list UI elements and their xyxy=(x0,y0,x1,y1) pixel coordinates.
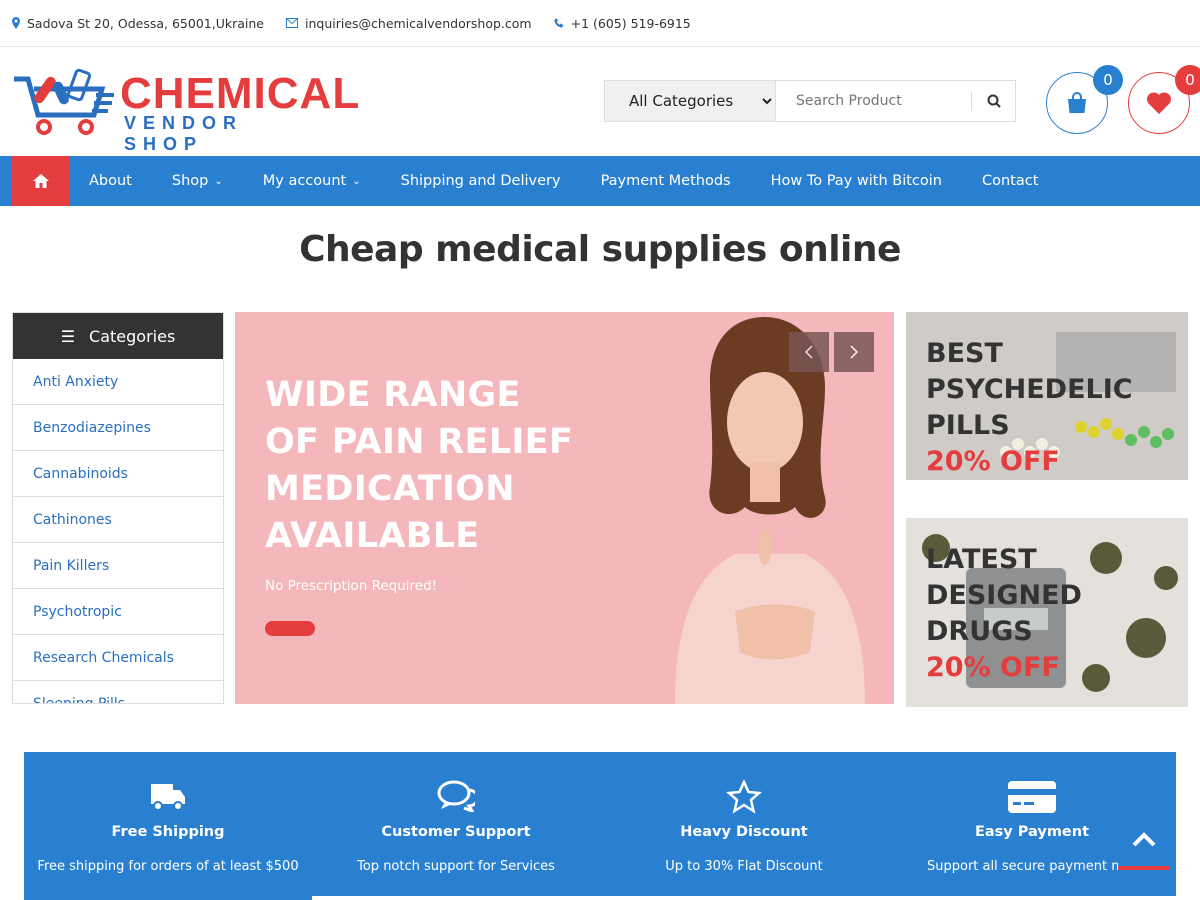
categories-header[interactable]: ☰ Categories xyxy=(13,313,223,359)
nav-item-my-account[interactable]: My account ⌄ xyxy=(243,156,381,206)
site-logo[interactable]: CHEMICAL VENDOR SHOP xyxy=(12,67,359,154)
category-item[interactable]: Cathinones xyxy=(13,497,223,543)
slide-title: WIDE RANGE OF PAIN RELIEF MEDICATION AVA… xyxy=(265,375,574,556)
phone-info[interactable]: +1 (605) 519-6915 xyxy=(554,16,691,31)
wishlist-count-badge: 0 xyxy=(1175,65,1200,95)
features-bar: Free Shipping Free shipping for orders o… xyxy=(24,752,1176,900)
home-icon xyxy=(32,174,49,188)
cart-button[interactable]: 0 xyxy=(1046,65,1123,134)
promo-banner-designer-drugs[interactable]: LATEST DESIGNED DRUGS 20% OFF xyxy=(906,518,1188,707)
phone-icon xyxy=(554,18,564,28)
home-button[interactable] xyxy=(12,156,69,206)
search-icon xyxy=(987,94,1001,108)
feature-free-shipping: Free Shipping Free shipping for orders o… xyxy=(24,752,312,900)
search-input[interactable] xyxy=(776,81,971,121)
header: CHEMICAL VENDOR SHOP All Categories 0 0 xyxy=(0,47,1200,156)
menu-bars-icon: ☰ xyxy=(60,326,76,346)
nav-item-about[interactable]: About xyxy=(69,156,152,206)
logo-text-sub: VENDOR SHOP xyxy=(124,113,244,154)
categories-sidebar: ☰ Categories Anti Anxiety Benzodiazepine… xyxy=(12,312,224,704)
phone-text[interactable]: +1 (605) 519-6915 xyxy=(571,16,691,31)
slider-next-button[interactable] xyxy=(834,332,874,372)
heart-icon xyxy=(1146,92,1172,114)
nav-label: Shipping and Delivery xyxy=(400,173,561,189)
nav-label: How To Pay with Bitcoin xyxy=(770,173,942,189)
chevron-right-icon xyxy=(850,345,859,359)
feature-description: Free shipping for orders of at least $50… xyxy=(37,859,299,874)
logo-text-main: CHEMICAL xyxy=(120,69,361,118)
promo-title: LATEST DESIGNED DRUGS xyxy=(926,544,1082,647)
credit-card-icon xyxy=(1008,781,1056,813)
hero-slider: WIDE RANGE OF PAIN RELIEF MEDICATION AVA… xyxy=(235,312,894,704)
main-navigation: About Shop ⌄ My account ⌄ Shipping and Del… xyxy=(0,156,1200,206)
category-item[interactable]: Anti Anxiety xyxy=(13,359,223,405)
category-item[interactable]: Cannabinoids xyxy=(13,451,223,497)
chevron-down-icon: ⌄ xyxy=(352,175,361,187)
slide-subtitle: No Prescription Required! xyxy=(265,578,438,594)
category-item[interactable]: Benzodiazepines xyxy=(13,405,223,451)
address-info: Sadova St 20, Odessa, 65001,Ukraine xyxy=(12,16,264,31)
email-info[interactable]: inquiries@chemicalvendorshop.com xyxy=(285,16,532,31)
search-button[interactable] xyxy=(971,91,1015,111)
envelope-icon xyxy=(285,18,298,28)
top-bar: Sadova St 20, Odessa, 65001,Ukraine inqu… xyxy=(0,0,1200,47)
page-title: Cheap medical supplies online xyxy=(299,229,901,270)
wishlist-button[interactable]: 0 xyxy=(1128,65,1200,134)
chevron-left-icon xyxy=(804,345,813,359)
nav-label: My account xyxy=(262,173,347,189)
slider-prev-button[interactable] xyxy=(789,332,829,372)
chevron-down-icon: ⌄ xyxy=(214,175,223,187)
truck-icon xyxy=(151,784,185,811)
category-select[interactable]: All Categories xyxy=(605,81,776,121)
feature-customer-support: Customer Support Top notch support for S… xyxy=(312,752,600,900)
scroll-to-top-button[interactable] xyxy=(1118,812,1170,870)
category-item[interactable]: Pain Killers xyxy=(13,543,223,589)
nav-label: About xyxy=(89,173,132,189)
nav-item-shop[interactable]: Shop ⌄ xyxy=(152,156,243,206)
nav-item-contact[interactable]: Contact xyxy=(962,156,1058,206)
address-text: Sadova St 20, Odessa, 65001,Ukraine xyxy=(27,15,264,31)
nav-label: Shop xyxy=(171,173,209,189)
category-item[interactable]: Sleeping Pills xyxy=(13,681,223,704)
promo-text: BEST PSYCHEDELIC PILLS 20% OFF xyxy=(926,336,1188,480)
promo-banner-psychedelic[interactable]: BEST PSYCHEDELIC PILLS 20% OFF xyxy=(906,312,1188,480)
chevron-up-icon xyxy=(1132,832,1156,847)
categories-title: Categories xyxy=(89,326,176,346)
email-text[interactable]: inquiries@chemicalvendorshop.com xyxy=(305,16,532,31)
feature-title: Free Shipping xyxy=(111,824,225,840)
cart-count-badge: 0 xyxy=(1093,65,1123,95)
feature-title: Heavy Discount xyxy=(680,824,808,840)
slide-cta-button[interactable] xyxy=(265,621,315,636)
feature-title: Customer Support xyxy=(381,824,531,840)
nav-item-shipping[interactable]: Shipping and Delivery xyxy=(381,156,581,206)
divider xyxy=(312,896,1176,900)
chat-icon xyxy=(437,780,475,812)
feature-heavy-discount: Heavy Discount Up to 30% Flat Discount xyxy=(600,752,888,900)
nav-label: Contact xyxy=(981,173,1039,189)
nav-item-bitcoin[interactable]: How To Pay with Bitcoin xyxy=(751,156,962,206)
shopping-bag-icon xyxy=(1068,92,1086,113)
category-item[interactable]: Psychotropic xyxy=(13,589,223,635)
shopping-cart-logo-icon xyxy=(14,68,114,135)
category-item[interactable]: Research Chemicals xyxy=(13,635,223,681)
nav-item-payment-methods[interactable]: Payment Methods xyxy=(581,156,751,206)
promo-offer: 20% OFF xyxy=(926,652,1060,683)
nav-label: Payment Methods xyxy=(600,173,731,189)
promo-text: LATEST DESIGNED DRUGS 20% OFF xyxy=(926,542,1188,686)
promo-offer: 20% OFF xyxy=(926,446,1060,477)
promo-title: BEST PSYCHEDELIC PILLS xyxy=(926,338,1133,441)
product-search: All Categories xyxy=(604,80,1016,122)
star-icon xyxy=(726,780,762,814)
feature-description: Top notch support for Services xyxy=(357,859,555,874)
map-marker-icon xyxy=(12,17,20,29)
feature-description: Up to 30% Flat Discount xyxy=(665,859,823,874)
